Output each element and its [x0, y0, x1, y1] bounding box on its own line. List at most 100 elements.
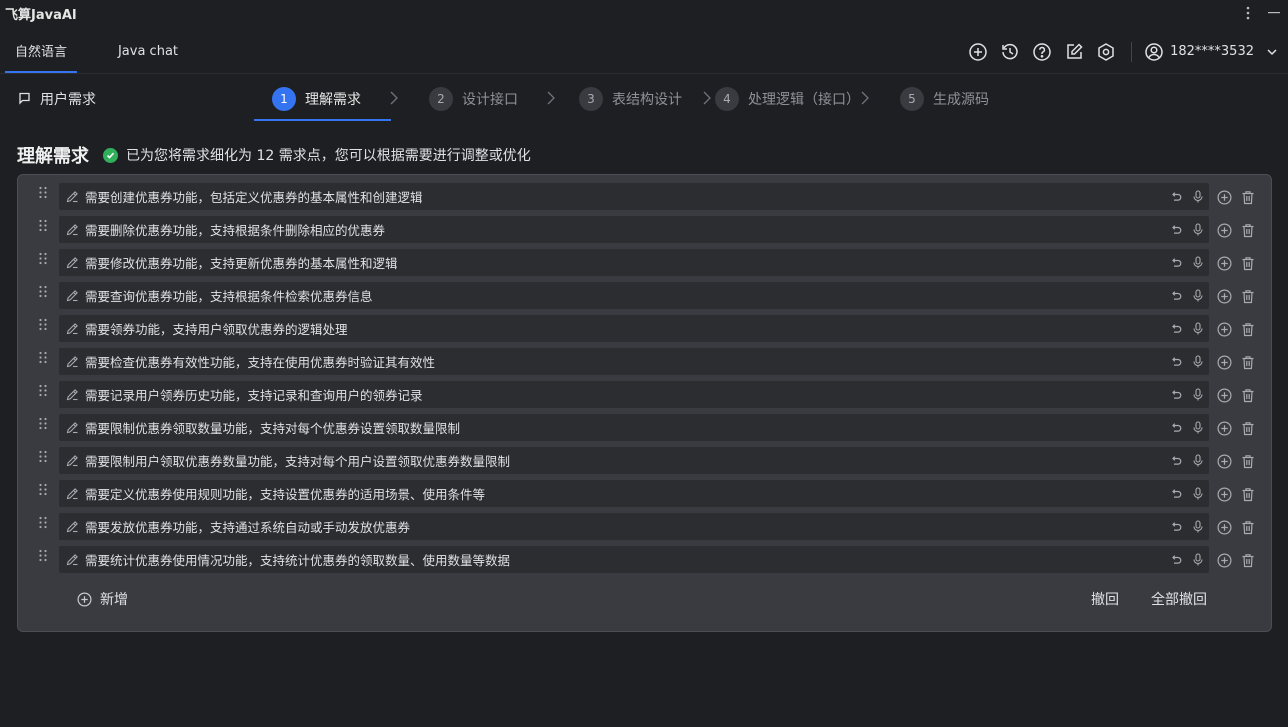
requirement-item[interactable]: 需要创建优惠券功能，包括定义优惠券的基本属性和创建逻辑	[59, 183, 1209, 210]
requirement-text[interactable]: 需要修改优惠券功能，支持更新优惠券的基本属性和逻辑	[85, 253, 398, 272]
insert-plus-icon[interactable]	[1216, 189, 1232, 205]
requirement-text[interactable]: 需要限制用户领取优惠券数量功能，支持对每个用户设置领取优惠券数量限制	[85, 451, 510, 470]
microphone-icon[interactable]	[1191, 223, 1205, 237]
drag-handle-icon[interactable]	[38, 483, 48, 499]
undo-icon[interactable]	[1169, 256, 1183, 270]
microphone-icon[interactable]	[1191, 421, 1205, 435]
undo-icon[interactable]	[1169, 487, 1183, 501]
insert-plus-icon[interactable]	[1216, 255, 1232, 271]
requirement-text[interactable]: 需要统计优惠券使用情况功能，支持统计优惠券的领取数量、使用数量等数据	[85, 550, 510, 569]
drag-handle-icon[interactable]	[38, 351, 48, 367]
microphone-icon[interactable]	[1191, 487, 1205, 501]
insert-plus-icon[interactable]	[1216, 222, 1232, 238]
delete-trash-icon[interactable]	[1240, 255, 1256, 271]
undo-icon[interactable]	[1169, 520, 1183, 534]
requirement-text[interactable]: 需要限制优惠券领取数量功能，支持对每个优惠券设置领取数量限制	[85, 418, 460, 437]
minimize-icon[interactable]	[1266, 5, 1282, 21]
more-vertical-icon[interactable]	[1240, 5, 1256, 21]
delete-trash-icon[interactable]	[1240, 387, 1256, 403]
undo-all-button[interactable]: 全部撤回	[1151, 589, 1207, 609]
requirement-text[interactable]: 需要检查优惠券有效性功能，支持在使用优惠券时验证其有效性	[85, 352, 435, 371]
drag-handle-icon[interactable]	[38, 186, 48, 202]
step-table-design[interactable]: 3 表结构设计	[579, 75, 682, 122]
drag-handle-icon[interactable]	[38, 318, 48, 334]
delete-trash-icon[interactable]	[1240, 321, 1256, 337]
undo-icon[interactable]	[1169, 421, 1183, 435]
delete-trash-icon[interactable]	[1240, 453, 1256, 469]
requirement-text[interactable]: 需要查询优惠券功能，支持根据条件检索优惠券信息	[85, 286, 373, 305]
drag-handle-icon[interactable]	[38, 384, 48, 400]
requirement-item[interactable]: 需要定义优惠券使用规则功能，支持设置优惠券的适用场景、使用条件等	[59, 480, 1209, 507]
drag-handle-icon[interactable]	[38, 450, 48, 466]
requirement-text[interactable]: 需要记录用户领券历史功能，支持记录和查询用户的领券记录	[85, 385, 423, 404]
requirement-item[interactable]: 需要限制用户领取优惠券数量功能，支持对每个用户设置领取优惠券数量限制	[59, 447, 1209, 474]
step-understand-requirements[interactable]: 1 理解需求	[272, 75, 361, 122]
drag-handle-icon[interactable]	[38, 549, 48, 565]
drag-handle-icon[interactable]	[38, 417, 48, 433]
microphone-icon[interactable]	[1191, 322, 1205, 336]
undo-icon[interactable]	[1169, 454, 1183, 468]
tab-natural-language[interactable]: 自然语言	[5, 30, 77, 73]
drag-handle-icon[interactable]	[38, 219, 48, 235]
undo-icon[interactable]	[1169, 553, 1183, 567]
insert-plus-icon[interactable]	[1216, 354, 1232, 370]
requirement-item[interactable]: 需要记录用户领券历史功能，支持记录和查询用户的领券记录	[59, 381, 1209, 408]
delete-trash-icon[interactable]	[1240, 519, 1256, 535]
drag-handle-icon[interactable]	[38, 516, 48, 532]
step-generate-source[interactable]: 5 生成源码	[900, 75, 989, 122]
insert-plus-icon[interactable]	[1216, 420, 1232, 436]
microphone-icon[interactable]	[1191, 355, 1205, 369]
insert-plus-icon[interactable]	[1216, 321, 1232, 337]
tab-java-chat[interactable]: Java chat	[110, 30, 186, 73]
undo-icon[interactable]	[1169, 322, 1183, 336]
requirement-item[interactable]: 需要检查优惠券有效性功能，支持在使用优惠券时验证其有效性	[59, 348, 1209, 375]
undo-icon[interactable]	[1169, 190, 1183, 204]
settings-hex-icon[interactable]	[1095, 41, 1117, 63]
insert-plus-icon[interactable]	[1216, 552, 1232, 568]
requirement-item[interactable]: 需要修改优惠券功能，支持更新优惠券的基本属性和逻辑	[59, 249, 1209, 276]
requirement-text[interactable]: 需要删除优惠券功能，支持根据条件删除相应的优惠券	[85, 220, 385, 239]
step-processing-logic[interactable]: 4 处理逻辑（接口）	[715, 75, 860, 122]
edit-icon[interactable]	[1063, 41, 1085, 63]
delete-trash-icon[interactable]	[1240, 420, 1256, 436]
requirement-item[interactable]: 需要发放优惠券功能，支持通过系统自动或手动发放优惠券	[59, 513, 1209, 540]
requirement-item[interactable]: 需要删除优惠券功能，支持根据条件删除相应的优惠券	[59, 216, 1209, 243]
add-circle-icon[interactable]	[967, 41, 989, 63]
help-icon[interactable]	[1031, 41, 1053, 63]
microphone-icon[interactable]	[1191, 256, 1205, 270]
insert-plus-icon[interactable]	[1216, 288, 1232, 304]
microphone-icon[interactable]	[1191, 289, 1205, 303]
user-requirement-tab[interactable]: 用户需求	[18, 75, 96, 122]
user-menu[interactable]: 182****3532	[1144, 42, 1278, 62]
requirement-text[interactable]: 需要领券功能，支持用户领取优惠券的逻辑处理	[85, 319, 348, 338]
undo-icon[interactable]	[1169, 355, 1183, 369]
drag-handle-icon[interactable]	[38, 285, 48, 301]
undo-button[interactable]: 撤回	[1091, 589, 1119, 609]
insert-plus-icon[interactable]	[1216, 387, 1232, 403]
requirement-text[interactable]: 需要发放优惠券功能，支持通过系统自动或手动发放优惠券	[85, 517, 410, 536]
insert-plus-icon[interactable]	[1216, 453, 1232, 469]
history-icon[interactable]	[999, 41, 1021, 63]
delete-trash-icon[interactable]	[1240, 288, 1256, 304]
microphone-icon[interactable]	[1191, 388, 1205, 402]
undo-icon[interactable]	[1169, 388, 1183, 402]
step-design-api[interactable]: 2 设计接口	[429, 75, 518, 122]
delete-trash-icon[interactable]	[1240, 486, 1256, 502]
requirement-item[interactable]: 需要查询优惠券功能，支持根据条件检索优惠券信息	[59, 282, 1209, 309]
microphone-icon[interactable]	[1191, 553, 1205, 567]
delete-trash-icon[interactable]	[1240, 354, 1256, 370]
delete-trash-icon[interactable]	[1240, 222, 1256, 238]
requirement-item[interactable]: 需要领券功能，支持用户领取优惠券的逻辑处理	[59, 315, 1209, 342]
requirement-text[interactable]: 需要创建优惠券功能，包括定义优惠券的基本属性和创建逻辑	[85, 187, 423, 206]
requirement-item[interactable]: 需要限制优惠券领取数量功能，支持对每个优惠券设置领取数量限制	[59, 414, 1209, 441]
requirement-text[interactable]: 需要定义优惠券使用规则功能，支持设置优惠券的适用场景、使用条件等	[85, 484, 485, 503]
add-requirement-button[interactable]: 新增	[77, 589, 128, 609]
microphone-icon[interactable]	[1191, 454, 1205, 468]
insert-plus-icon[interactable]	[1216, 519, 1232, 535]
delete-trash-icon[interactable]	[1240, 189, 1256, 205]
undo-icon[interactable]	[1169, 223, 1183, 237]
insert-plus-icon[interactable]	[1216, 486, 1232, 502]
delete-trash-icon[interactable]	[1240, 552, 1256, 568]
drag-handle-icon[interactable]	[38, 252, 48, 268]
microphone-icon[interactable]	[1191, 190, 1205, 204]
